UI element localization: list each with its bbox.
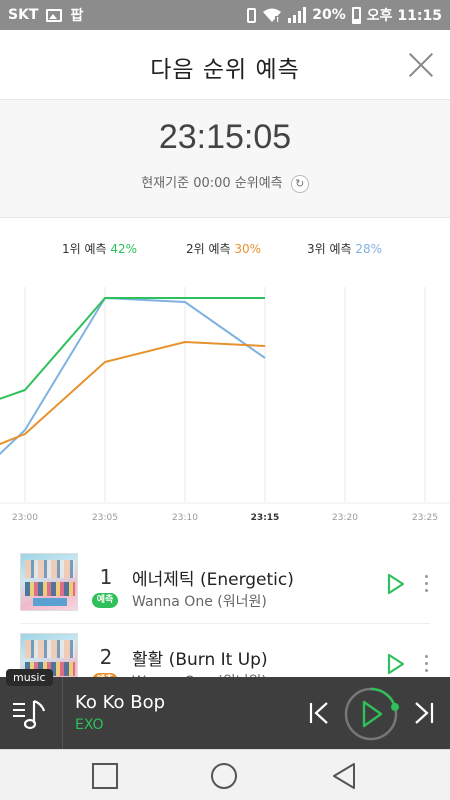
x-tick-label: 23:05 [92,513,118,523]
status-bar: SKT 팝 ! 20% 오후 11:15 [0,0,450,30]
more-vertical-icon[interactable] [420,653,432,675]
countdown-section: 23:15:05 현재기준 00:00 순위예측 ↻ [0,100,450,218]
home-icon[interactable] [210,762,238,790]
vibrate-icon [247,7,257,23]
now-playing-title: Ko Ko Bop [75,692,166,713]
legend-item-rank2: 2위 예측 30% [186,240,261,257]
mini-player: Ko Ko Bop EXO [0,677,450,749]
prediction-line-chart: 23:00 23:05 23:10 23:15 23:20 23:25 [0,287,450,523]
clock: 오후 11:15 [366,8,442,24]
series-line [0,297,265,400]
gallery-icon [46,8,63,22]
song-title: 에너제틱 (Energetic) [132,570,294,590]
now-playing-artist: EXO [75,717,104,733]
play-pause-button[interactable] [344,686,400,742]
play-icon[interactable] [384,653,406,675]
more-vertical-icon[interactable] [420,573,432,595]
legend-label: 2위 예측 [186,242,231,256]
x-tick-label: 23:20 [332,513,358,523]
rank-number: 2 [99,645,113,669]
x-tick-label: 23:25 [412,513,438,523]
player-divider [62,677,63,749]
legend-item-rank3: 3위 예측 28% [307,240,382,257]
prediction-chart: 23:00 23:05 23:10 23:15 23:20 23:25 [0,275,450,530]
system-nav-bar [0,749,450,800]
list-item[interactable]: 1 예측 에너제틱 (Energetic) Wanna One (워너원) [0,553,450,631]
play-icon[interactable] [384,573,406,595]
back-icon[interactable] [330,762,358,790]
album-art [20,553,78,611]
wifi-icon: ! [263,8,282,23]
divider [20,623,430,624]
prediction-caption: 현재기준 00:00 순위예측 ↻ [0,172,450,193]
battery-percent: 20% [312,7,346,23]
carrier-label: SKT [8,7,39,23]
song-artist: Wanna One (워너원) [132,594,267,610]
page-title: 다음 순위 예측 [150,57,300,83]
prediction-caption-text: 현재기준 00:00 순위예측 [141,176,283,191]
prediction-badge: 예측 [92,593,118,608]
app-badge: 팝 [70,8,84,24]
header: 다음 순위 예측 [0,30,450,100]
recent-apps-icon[interactable] [91,762,119,790]
legend-value: 28% [355,242,383,256]
x-tick-label: 23:00 [12,513,38,523]
skip-next-icon[interactable] [410,699,436,727]
refresh-icon[interactable]: ↻ [290,174,309,193]
legend-value: 30% [234,242,262,256]
chart-legend: 1위 예측 42% 2위 예측 30% 3위 예측 28% [0,240,450,260]
svg-text:!: ! [276,16,279,23]
close-icon[interactable] [408,52,434,78]
battery-icon [351,6,361,24]
playlist-icon[interactable] [10,695,50,735]
legend-label: 1위 예측 [62,242,107,256]
countdown-timer: 23:15:05 [158,118,292,156]
legend-item-rank1: 1위 예측 42% [62,240,137,257]
series-line [0,297,266,456]
song-title: 활활 (Burn It Up) [132,650,268,670]
signal-icon [288,7,307,23]
x-tick-label: 23:15 [251,513,280,523]
x-tick-label: 23:10 [172,513,198,523]
legend-value: 42% [110,242,138,256]
music-tag: music [6,669,53,686]
rank-number: 1 [99,565,113,589]
legend-label: 3위 예측 [307,242,352,256]
skip-previous-icon[interactable] [307,699,333,727]
